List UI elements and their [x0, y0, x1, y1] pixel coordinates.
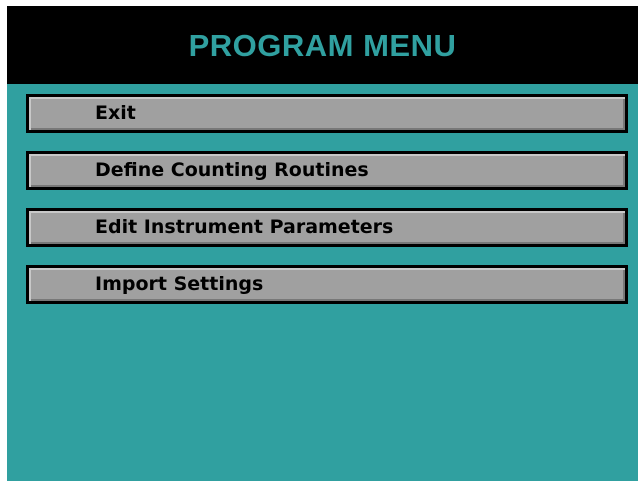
program-menu-screen: PROGRAM MENU Exit Define Counting Routin…	[7, 6, 638, 481]
page-title: PROGRAM MENU	[188, 28, 457, 63]
import-settings-button[interactable]: Import Settings	[26, 265, 628, 304]
menu-item-label: Edit Instrument Parameters	[95, 216, 394, 238]
exit-button[interactable]: Exit	[26, 94, 628, 133]
title-bar: PROGRAM MENU	[7, 6, 638, 84]
define-counting-routines-button[interactable]: Define Counting Routines	[26, 151, 628, 190]
menu-item-label: Define Counting Routines	[95, 159, 369, 181]
edit-instrument-parameters-button[interactable]: Edit Instrument Parameters	[26, 208, 628, 247]
menu-item-label: Exit	[95, 102, 136, 124]
menu-list: Exit Define Counting Routines Edit Instr…	[26, 94, 628, 322]
menu-item-label: Import Settings	[95, 273, 264, 295]
